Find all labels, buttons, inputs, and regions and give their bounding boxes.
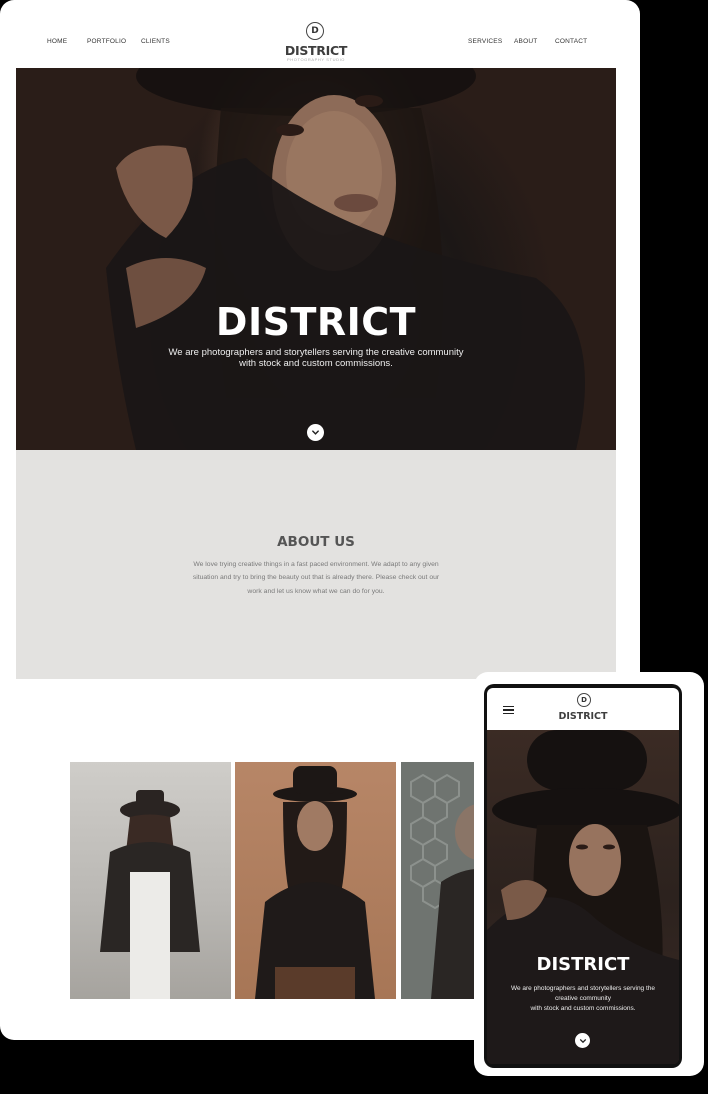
about-text-line: situation and try to bring the beauty ou… (192, 574, 440, 582)
about-text-line: We love trying creative things in a fast… (193, 561, 439, 568)
about-section: ABOUT US We love trying creative things … (16, 450, 616, 679)
mobile-hero-subtitle-line: with stock and custom commissions. (530, 1005, 636, 1012)
mobile-screen: D DISTRICT DISTRICT We are photographers… (487, 688, 679, 1064)
about-text: We love trying creative things in a fast… (166, 558, 466, 598)
nav-about-link[interactable]: ABOUT (514, 38, 537, 45)
gallery-photo-image (255, 766, 375, 999)
logo-name[interactable]: DISTRICT (266, 43, 366, 58)
hero-subtitle-line: with stock and custom commissions. (239, 358, 393, 369)
mobile-hero-title: DISTRICT (536, 954, 630, 975)
nav-services-link[interactable]: SERVICES (468, 38, 502, 45)
mobile-hero-section: DISTRICT We are photographers and storyt… (487, 730, 679, 1064)
scroll-down-button[interactable] (307, 424, 324, 441)
mobile-logo-letter: D (581, 696, 587, 704)
mobile-scroll-down-button[interactable] (575, 1033, 590, 1048)
mobile-header: D DISTRICT (487, 688, 679, 730)
hero-section: DISTRICT We are photographers and storyt… (16, 68, 616, 450)
hero-subtitle: We are photographers and storytellers se… (136, 347, 496, 369)
gallery-photo-image (100, 790, 200, 999)
nav-portfolio-link[interactable]: PORTFOLIO (87, 38, 126, 45)
about-text-line: work and let us know what we can do for … (247, 587, 385, 595)
mobile-phone: D DISTRICT DISTRICT We are photographers… (484, 684, 682, 1068)
mobile-hero-subtitle-line: We are photographers and storytellers se… (510, 985, 656, 992)
nav-home-link[interactable]: HOME (47, 38, 67, 45)
nav-clients-link[interactable]: CLIENTS (141, 38, 170, 45)
hero-title: DISTRICT (215, 300, 417, 344)
hero-subtitle-line: We are photographers and storytellers se… (168, 347, 464, 358)
logo-mark[interactable]: D (306, 22, 324, 40)
mobile-hero-subtitle-line: creative community (555, 995, 611, 1002)
hero-photo (106, 68, 585, 450)
about-title: ABOUT US (277, 534, 355, 550)
mobile-hero-subtitle: We are photographers and storytellers se… (497, 984, 669, 1014)
mobile-logo-mark[interactable]: D (577, 693, 591, 707)
logo-tagline: photography studio (287, 57, 345, 62)
logo-letter: D (311, 26, 319, 36)
hamburger-menu-icon[interactable] (503, 706, 514, 714)
gallery-photo[interactable] (235, 762, 396, 999)
nav-contact-link[interactable]: CONTACT (555, 38, 587, 45)
chevron-down-icon (579, 1038, 586, 1043)
site-header: HOME PORTFOLIO CLIENTS D DISTRICT photog… (16, 16, 616, 68)
mobile-logo-name[interactable]: DISTRICT (533, 711, 633, 722)
gallery-photo[interactable] (70, 762, 231, 999)
chevron-down-icon (312, 430, 319, 435)
